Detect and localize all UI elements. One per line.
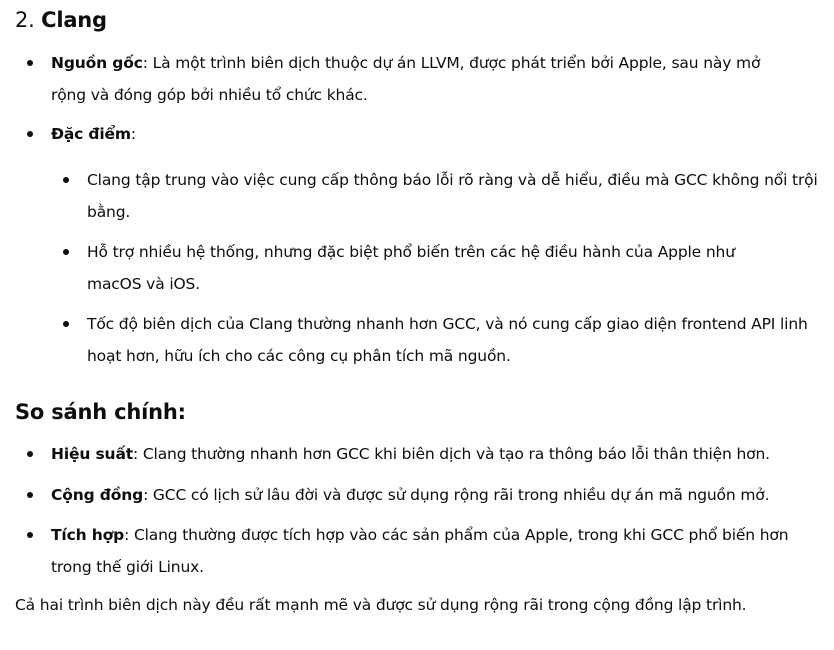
comparison-heading: So sánh chính: — [15, 400, 186, 424]
feature-text: Clang tập trung vào việc cung cấp thông … — [87, 171, 818, 221]
community-term: Cộng đồng — [51, 486, 144, 504]
features-text: : — [130, 125, 136, 143]
bullet-icon — [63, 249, 69, 255]
list-item-feature-2: Hỗ trợ nhiều hệ thống, nhưng đặc biệt ph… — [63, 236, 787, 300]
closing-paragraph: Cả hai trình biên dịch này đều rất mạnh … — [15, 596, 747, 614]
list-item-feature-1: Clang tập trung vào việc cung cấp thông … — [63, 164, 822, 228]
bullet-icon — [27, 131, 33, 137]
list-item-performance: Hiệu suất: Clang thường nhanh hơn GCC kh… — [27, 438, 821, 470]
heading-number: 2. — [15, 8, 35, 32]
origin-term: Nguồn gốc — [51, 54, 143, 72]
bullet-icon — [63, 321, 69, 327]
bullet-icon — [27, 451, 33, 457]
features-term: Đặc điểm — [51, 125, 131, 143]
bullet-icon — [27, 532, 33, 538]
heading-title: Clang — [41, 8, 107, 32]
list-item-features: Đặc điểm: — [27, 118, 791, 150]
list-item-feature-3: Tốc độ biên dịch của Clang thường nhanh … — [63, 308, 822, 372]
bullet-icon — [27, 492, 33, 498]
integration-term: Tích hợp — [51, 526, 125, 544]
integration-text: : Clang thường được tích hợp vào các sản… — [51, 526, 789, 576]
feature-text: Tốc độ biên dịch của Clang thường nhanh … — [87, 315, 808, 365]
origin-text: : Là một trình biên dịch thuộc dự án LLV… — [51, 54, 761, 104]
community-text: : GCC có lịch sử lâu đời và được sử dụng… — [143, 486, 770, 504]
list-item-integration: Tích hợp: Clang thường được tích hợp vào… — [27, 519, 791, 583]
list-item-community: Cộng đồng: GCC có lịch sử lâu đời và đượ… — [27, 479, 821, 511]
list-item-origin: Nguồn gốc: Là một trình biên dịch thuộc … — [27, 47, 791, 111]
feature-text: Hỗ trợ nhiều hệ thống, nhưng đặc biệt ph… — [87, 243, 735, 293]
bullet-icon — [27, 60, 33, 66]
performance-term: Hiệu suất — [51, 445, 134, 463]
bullet-icon — [63, 177, 69, 183]
clang-heading: 2. Clang — [15, 6, 107, 34]
performance-text: : Clang thường nhanh hơn GCC khi biên dị… — [133, 445, 770, 463]
